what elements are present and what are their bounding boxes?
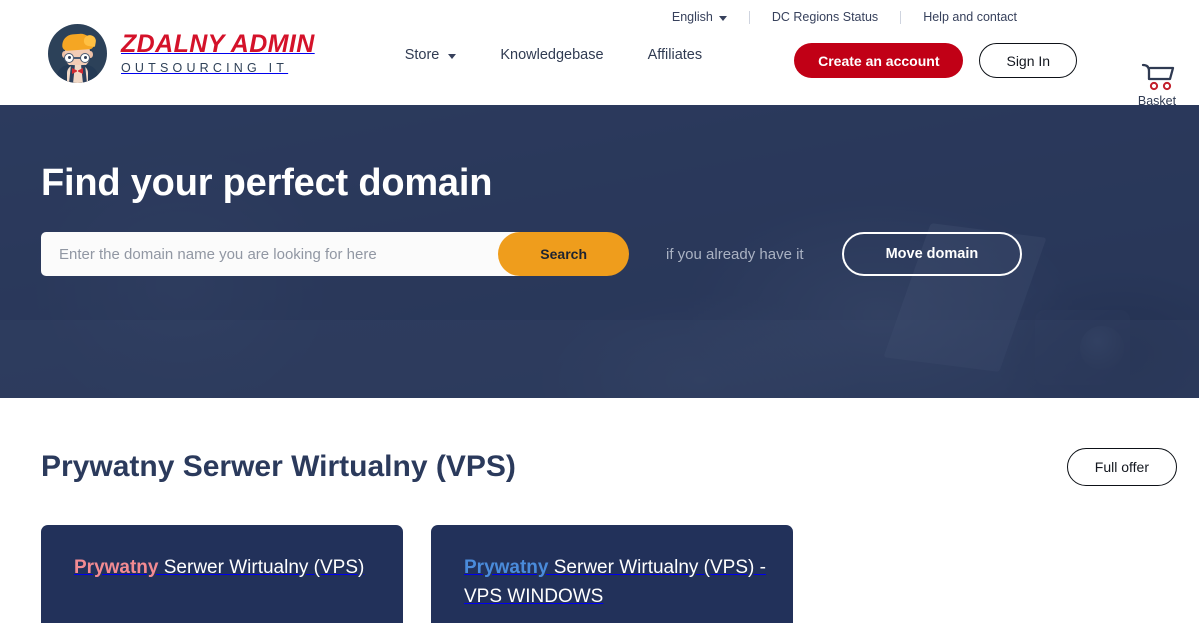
domain-search-row: Search if you already have it Move domai… — [41, 232, 1199, 276]
move-domain-button[interactable]: Move domain — [841, 232, 1023, 276]
chevron-down-icon — [718, 15, 727, 21]
header-actions: Create an account Sign In — [794, 43, 1078, 78]
nav-item-affiliates[interactable]: Affiliates — [626, 47, 725, 63]
basket-button[interactable]: Basket — [1137, 62, 1177, 108]
site-header: ZDALNY ADMIN OUTSOURCING IT Store Knowle… — [0, 24, 1199, 108]
hero-section: Find your perfect domain Search if you a… — [0, 105, 1199, 398]
product-card[interactable]: Prywatny Serwer Wirtualny (VPS) - VPS WI… — [431, 525, 793, 623]
product-card-title: Prywatny Serwer Wirtualny (VPS) — [74, 553, 379, 582]
section-title: Prywatny Serwer Wirtualny (VPS) — [41, 450, 516, 483]
shopping-cart-icon — [1141, 63, 1175, 91]
avatar-mascot-icon — [48, 24, 107, 83]
create-account-button[interactable]: Create an account — [794, 43, 964, 78]
brand-title: ZDALNY ADMIN — [121, 30, 315, 59]
help-and-contact-link[interactable]: Help and contact — [901, 10, 1039, 24]
nav-label-store: Store — [404, 47, 440, 63]
product-card-rest: Serwer Wirtualny (VPS) — [158, 557, 365, 578]
dc-regions-status-link[interactable]: DC Regions Status — [750, 10, 900, 24]
chevron-down-icon — [448, 53, 457, 59]
product-card-title: Prywatny Serwer Wirtualny (VPS) - VPS WI… — [464, 553, 769, 612]
nav-item-knowledgebase[interactable]: Knowledgebase — [478, 47, 625, 63]
full-offer-button[interactable]: Full offer — [1066, 448, 1177, 486]
language-label: English — [671, 10, 713, 24]
product-card-highlight: Prywatny — [74, 557, 159, 578]
product-card-highlight: Prywatny — [464, 557, 549, 578]
vps-section: Prywatny Serwer Wirtualny (VPS) Full off… — [0, 398, 1199, 623]
sign-in-button[interactable]: Sign In — [979, 43, 1078, 78]
product-card-list: Prywatny Serwer Wirtualny (VPS) Prywatny… — [41, 525, 1199, 623]
main-navigation: Store Knowledgebase Affiliates — [383, 47, 724, 63]
brand-logo[interactable]: ZDALNY ADMIN OUTSOURCING IT — [48, 24, 315, 83]
brand-subtitle: OUTSOURCING IT — [121, 61, 289, 76]
language-selector[interactable]: English — [650, 10, 749, 24]
section-header: Prywatny Serwer Wirtualny (VPS) Full off… — [41, 398, 1199, 486]
hero-title: Find your perfect domain — [41, 162, 493, 204]
already-have-it-text: if you already have it — [666, 245, 804, 263]
product-card[interactable]: Prywatny Serwer Wirtualny (VPS) — [41, 525, 403, 623]
nav-item-store[interactable]: Store — [383, 47, 479, 63]
search-button[interactable]: Search — [498, 232, 629, 276]
